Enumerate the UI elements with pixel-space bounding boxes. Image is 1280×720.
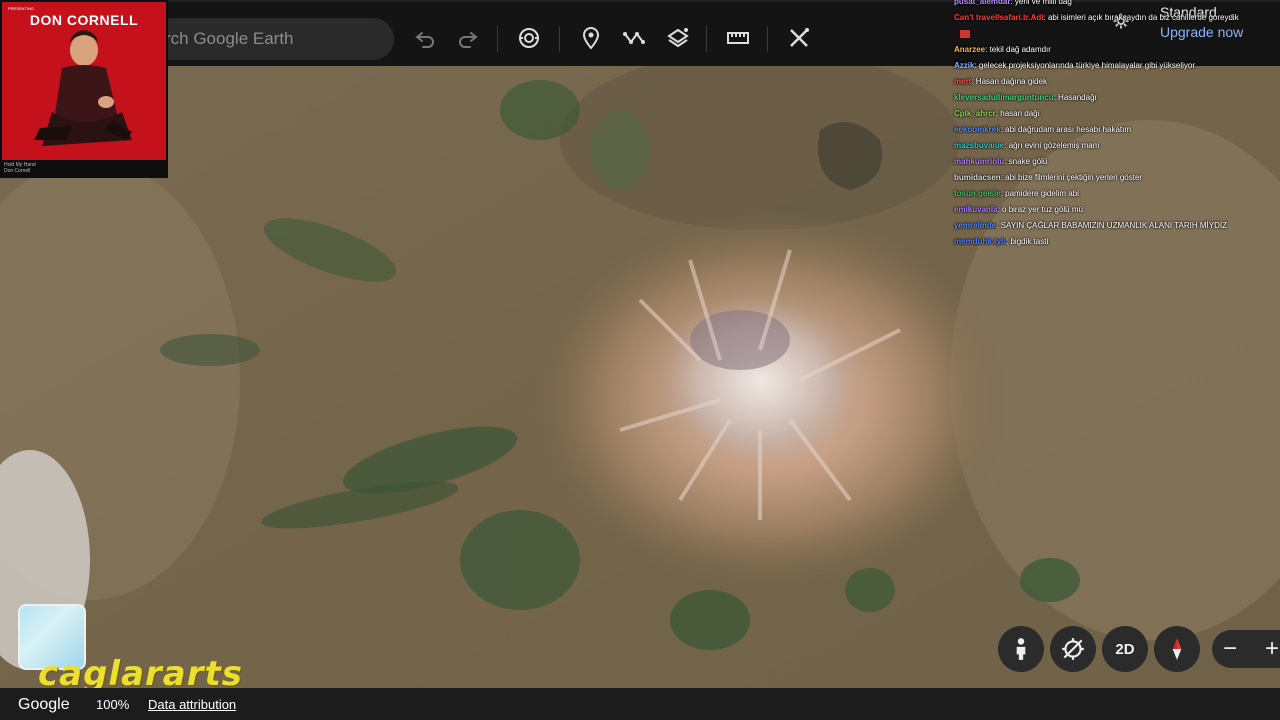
- chat-username[interactable]: mert: [954, 77, 971, 86]
- chat-message-text: : pamidere gidelim abi: [1000, 189, 1079, 198]
- album-footer: Hold My Hand Don Cornell: [2, 162, 166, 178]
- toolbar-separator: [559, 26, 560, 52]
- chat-username[interactable]: Can't travel/safari.tr.Adi: [954, 13, 1044, 22]
- chat-username[interactable]: Cplk_ahrcr: [954, 109, 996, 118]
- chat-message: bumidacsen: abi bize filmlerini çektiğin…: [954, 170, 1280, 186]
- tools-button[interactable]: [785, 24, 813, 52]
- chat-message: mahkumriolu: snake gölü: [954, 154, 1280, 170]
- google-logo: Google: [18, 696, 70, 713]
- undo-button[interactable]: [411, 24, 439, 52]
- chat-message-text: : abi bize filmlerini çektiğin yerleri g…: [1000, 173, 1143, 182]
- street-view-button[interactable]: [998, 626, 1044, 672]
- pegman-icon: [1016, 638, 1026, 660]
- zoom-controls: − +: [1212, 630, 1280, 668]
- chat-username[interactable]: tosun.geisle: [954, 189, 1001, 198]
- redo-icon: [459, 32, 478, 48]
- chat-message: Azzik: gelecek projeksiyonlarında türkiy…: [954, 58, 1280, 74]
- search-placeholder: rch Google Earth: [165, 29, 294, 48]
- layers-icon: [667, 28, 689, 48]
- toolbar-separator: [497, 26, 498, 52]
- ruler-icon: [727, 32, 749, 44]
- search-box[interactable]: rch Google Earth: [150, 18, 394, 60]
- redo-button[interactable]: [454, 24, 482, 52]
- chat-username[interactable]: kleversadullimarguntuncu: [954, 93, 1054, 102]
- data-attribution-link[interactable]: Data attribution: [148, 697, 236, 712]
- chat-message-text: : o biraz yer tuz gölü mü: [997, 205, 1083, 214]
- tools-icon: [790, 28, 809, 47]
- compass-button[interactable]: [1154, 626, 1200, 672]
- chat-message: kleversadullimarguntuncu: Hasandağı: [954, 90, 1280, 106]
- chat-username[interactable]: Anarzee: [954, 45, 985, 54]
- chat-message-text: : tekil dağ adamdır: [985, 45, 1051, 54]
- measure-button[interactable]: [724, 24, 752, 52]
- chat-message: emikuvanla: o biraz yer tuz gölü mü: [954, 202, 1280, 218]
- chat-username[interactable]: emikuvanla: [954, 205, 998, 214]
- chat-message-text: : yerli ve milli dağ: [1010, 0, 1072, 6]
- voyager-button[interactable]: [515, 24, 543, 52]
- album-singer-illustration: [34, 30, 132, 146]
- view-mode-label: 2D: [1115, 640, 1135, 658]
- toolbar-separator: [767, 26, 768, 52]
- recenter-icon: [1062, 638, 1084, 660]
- chat-message: [954, 26, 1280, 42]
- chat-message: Can't travel/safari.tr.Adi: abi isimleri…: [954, 10, 1280, 26]
- view-mode-toggle[interactable]: 2D: [1102, 626, 1148, 672]
- add-placemark-button[interactable]: [577, 24, 605, 52]
- chat-username[interactable]: Azzik: [954, 61, 974, 70]
- recenter-button[interactable]: [1050, 626, 1096, 672]
- chat-message: Anarzee: tekil dağ adamdır: [954, 42, 1280, 58]
- chat-message: tosun.geisle: pamidere gidelim abi: [954, 186, 1280, 202]
- chat-message: mazsbuvaiue: ağrı evini gözelemiş mam: [954, 138, 1280, 154]
- stream-chat: pusat_alemdar: yerli ve milli dağ Can't t…: [948, 0, 1280, 250]
- album-artist-name: Don Cornell: [4, 168, 31, 174]
- zoom-out-button[interactable]: −: [1214, 633, 1246, 665]
- chat-username[interactable]: yemrelinde: [954, 221, 996, 230]
- add-path-button[interactable]: [620, 24, 648, 52]
- chat-message-text: : abi isimleri açık bıraksaydın da biz c…: [1043, 13, 1239, 22]
- placemark-icon: [582, 27, 600, 50]
- chat-message: pusat_alemdar: yerli ve milli dağ: [954, 0, 1280, 10]
- undo-icon: [415, 32, 434, 48]
- album-cover: PRESENTING DON CORNELL: [2, 2, 166, 160]
- chat-message-text: : hasan dağı: [995, 109, 1040, 118]
- chat-username[interactable]: eekoomkrek: [954, 125, 1001, 134]
- chat-message: memduhk.tyb: bigdik tasti: [954, 234, 1280, 250]
- chat-message-text: : SAYIN ÇAĞLAR BABAMIZIN UZMANLIK ALANI …: [996, 221, 1227, 230]
- voyager-icon: [519, 28, 539, 48]
- chat-username[interactable]: pusat_alemdar: [954, 0, 1010, 6]
- chat-message-text: : gelecek projeksiyonlarında türkiye him…: [974, 61, 1195, 70]
- zoom-in-button[interactable]: +: [1256, 633, 1280, 665]
- chat-message-text: : Hasan dağına gidek: [971, 77, 1047, 86]
- layers-button[interactable]: [664, 24, 692, 52]
- toolbar-separator: [706, 26, 707, 52]
- chat-username[interactable]: mazsbuvaiue: [954, 141, 1004, 150]
- compass-icon: [1172, 638, 1182, 660]
- chat-message: mert: Hasan dağına gidek: [954, 74, 1280, 90]
- chat-message-text: : snake gölü: [1004, 157, 1048, 166]
- now-playing-album: PRESENTING DON CORNELL Hold My Hand Don …: [0, 0, 168, 178]
- chat-message: Cplk_ahrcr: hasan dağı: [954, 106, 1280, 122]
- chat-username[interactable]: mahkumriolu: [954, 157, 1004, 166]
- chat-message: yemrelinde: SAYIN ÇAĞLAR BABAMIZIN UZMAN…: [954, 218, 1280, 234]
- chat-message: eekoomkrek: abi dağrudam arası hesabı ha…: [954, 122, 1280, 138]
- chat-message-text: : bigdik tasti: [1006, 237, 1049, 246]
- path-icon: [623, 32, 645, 44]
- chat-emote-icon: [960, 29, 970, 38]
- zoom-level: 100%: [96, 697, 130, 712]
- chat-message-text: : ağrı evini gözelemiş mam: [1004, 141, 1100, 150]
- chat-username[interactable]: bumidacsen: [954, 173, 1001, 182]
- chat-message-text: : Hasandağı: [1053, 93, 1097, 102]
- chat-message-text: : abi dağrudam arası hesabı hakatım: [1000, 125, 1131, 134]
- chat-username[interactable]: memduhk.tyb: [954, 237, 1006, 246]
